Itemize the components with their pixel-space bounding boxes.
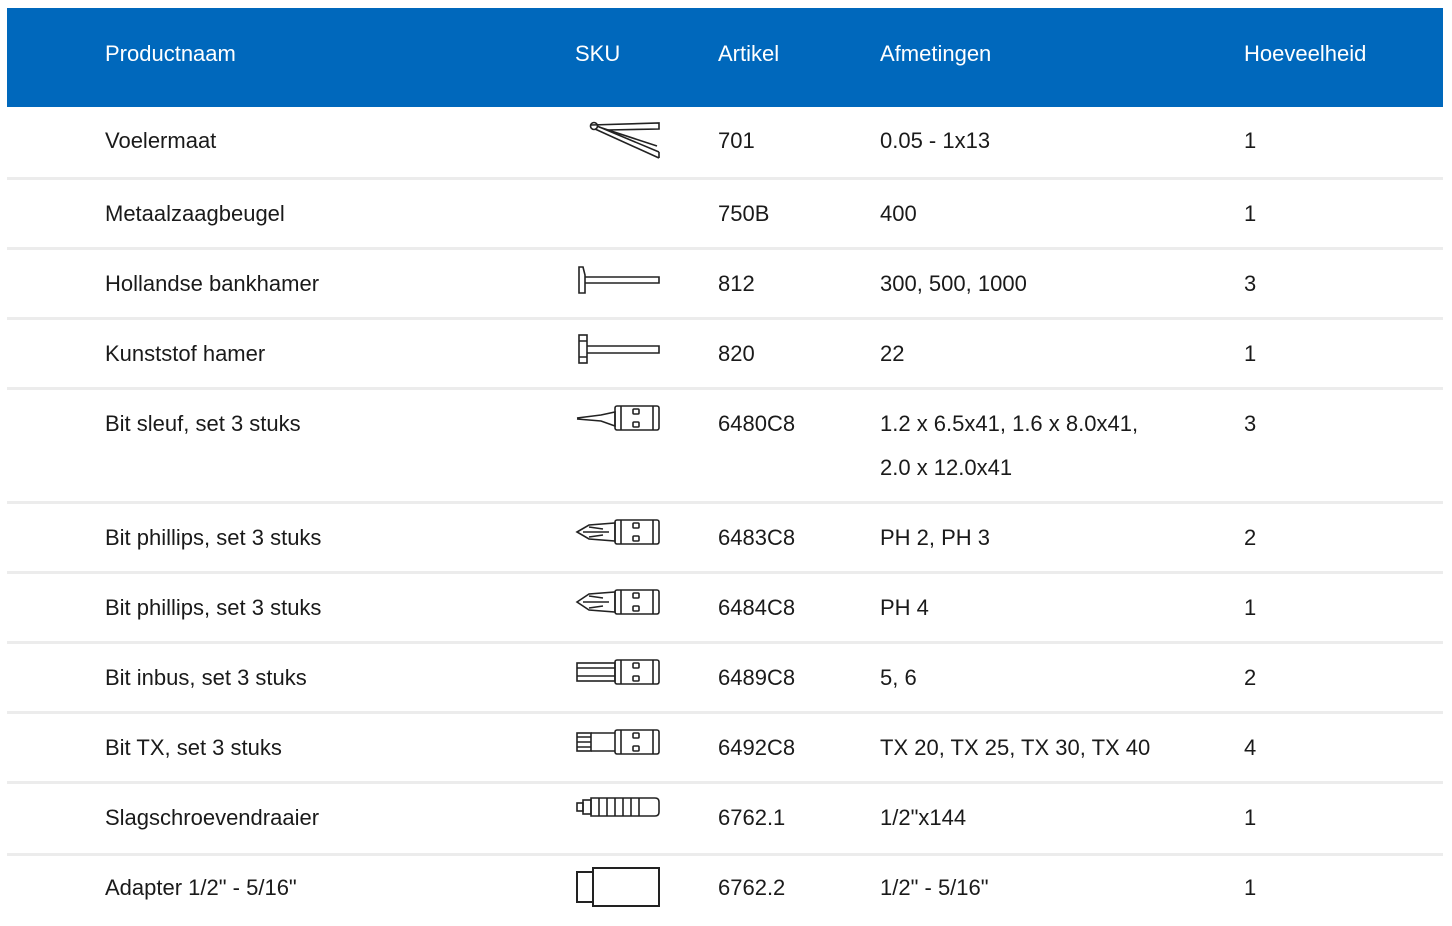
dimensions: PH 2, PH 3	[880, 525, 991, 550]
quantity: 1	[1244, 595, 1257, 620]
article-number: 6480C8	[718, 411, 796, 436]
table-row: Hollandse bankhamer 812 300, 500, 1000 3	[7, 250, 1443, 320]
quantity: 2	[1244, 665, 1257, 690]
article-number: 812	[718, 271, 755, 296]
header-sku: SKU	[575, 41, 621, 66]
dimensions: 1.2 x 6.5x41, 1.6 x 8.0x41,	[880, 411, 1139, 436]
quantity: 1	[1244, 201, 1257, 226]
phillips-bit-icon	[575, 515, 661, 559]
table-row: Bit TX, set 3 stuks 6492C8 TX 20, TX 25,…	[7, 714, 1443, 784]
dimensions: 1/2" - 5/16"	[880, 875, 989, 900]
article-number: 820	[718, 341, 755, 366]
dimensions: 1/2"x144	[880, 805, 967, 830]
table-row: Metaalzaagbeugel 750B 400 1	[7, 180, 1443, 250]
product-name: Kunststof hamer	[105, 341, 266, 366]
table-row: Kunststof hamer 820 22 1	[7, 320, 1443, 390]
quantity: 3	[1244, 271, 1257, 296]
quantity: 3	[1244, 411, 1257, 436]
dimensions: 5, 6	[880, 665, 917, 690]
product-name: Metaalzaagbeugel	[105, 201, 285, 226]
article-number: 6762.2	[718, 875, 786, 900]
article-number: 6483C8	[718, 525, 796, 550]
product-name: Bit TX, set 3 stuks	[105, 735, 282, 760]
slotted-bit-icon	[575, 401, 661, 445]
quantity: 4	[1244, 735, 1257, 760]
dimensions: PH 4	[880, 595, 929, 620]
article-number: 701	[718, 128, 755, 153]
quantity: 1	[1244, 875, 1257, 900]
phillips-bit-icon	[575, 585, 661, 629]
article-number: 6762.1	[718, 805, 786, 830]
article-number: 6492C8	[718, 735, 796, 760]
table-header: Productnaam SKU Artikel Afmetingen Hoeve…	[7, 8, 1443, 107]
bench-hammer-icon	[575, 261, 661, 305]
article-number: 750B	[718, 201, 770, 226]
product-name: Bit phillips, set 3 stuks	[105, 525, 322, 550]
header-hoeveelheid: Hoeveelheid	[1244, 41, 1367, 66]
product-name: Bit phillips, set 3 stuks	[105, 595, 322, 620]
dimensions: 400	[880, 201, 917, 226]
table-row: Bit inbus, set 3 stuks 6489C8 5, 6 2	[7, 644, 1443, 714]
table-row: Bit phillips, set 3 stuks 6483C8 PH 2, P…	[7, 504, 1443, 574]
table-row: Adapter 1/2" - 5/16" 6762.2 1/2" - 5/16"…	[7, 856, 1443, 926]
dimensions: TX 20, TX 25, TX 30, TX 40	[880, 735, 1151, 760]
product-name: Bit inbus, set 3 stuks	[105, 665, 307, 690]
dimensions: 300, 500, 1000	[880, 271, 1027, 296]
header-afmetingen: Afmetingen	[880, 41, 992, 66]
quantity: 1	[1244, 128, 1257, 153]
article-number: 6489C8	[718, 665, 796, 690]
dimensions-line-2: 2.0 x 12.0x41	[880, 455, 1013, 480]
product-table: Productnaam SKU Artikel Afmetingen Hoeve…	[7, 8, 1443, 926]
product-name: Voelermaat	[105, 128, 217, 153]
product-name: Adapter 1/2" - 5/16"	[105, 875, 297, 900]
dimensions: 22	[880, 341, 905, 366]
quantity: 2	[1244, 525, 1257, 550]
impact-driver-icon	[575, 795, 661, 839]
header-productnaam: Productnaam	[105, 41, 236, 66]
product-name: Slagschroevendraaier	[105, 805, 320, 830]
article-number: 6484C8	[718, 595, 796, 620]
adapter-icon	[575, 864, 661, 908]
table-row: Bit phillips, set 3 stuks 6484C8 PH 4 1	[7, 574, 1443, 644]
torx-bit-icon	[575, 725, 661, 769]
hex-bit-icon	[575, 655, 661, 699]
feeler-gauge-icon	[575, 118, 661, 162]
header-artikel: Artikel	[718, 41, 780, 66]
plastic-hammer-icon	[575, 331, 661, 375]
table-row: Bit sleuf, set 3 stuks 6480C8 1.2 x 6.5x…	[7, 390, 1443, 504]
product-name: Bit sleuf, set 3 stuks	[105, 411, 301, 436]
quantity: 1	[1244, 341, 1257, 366]
table-row: Voelermaat 701 0.05 - 1x13 1	[7, 107, 1443, 180]
product-name: Hollandse bankhamer	[105, 271, 320, 296]
table-row: Slagschroevendraaier 6762.1 1/2"x144 1	[7, 784, 1443, 856]
quantity: 1	[1244, 805, 1257, 830]
dimensions: 0.05 - 1x13	[880, 128, 991, 153]
